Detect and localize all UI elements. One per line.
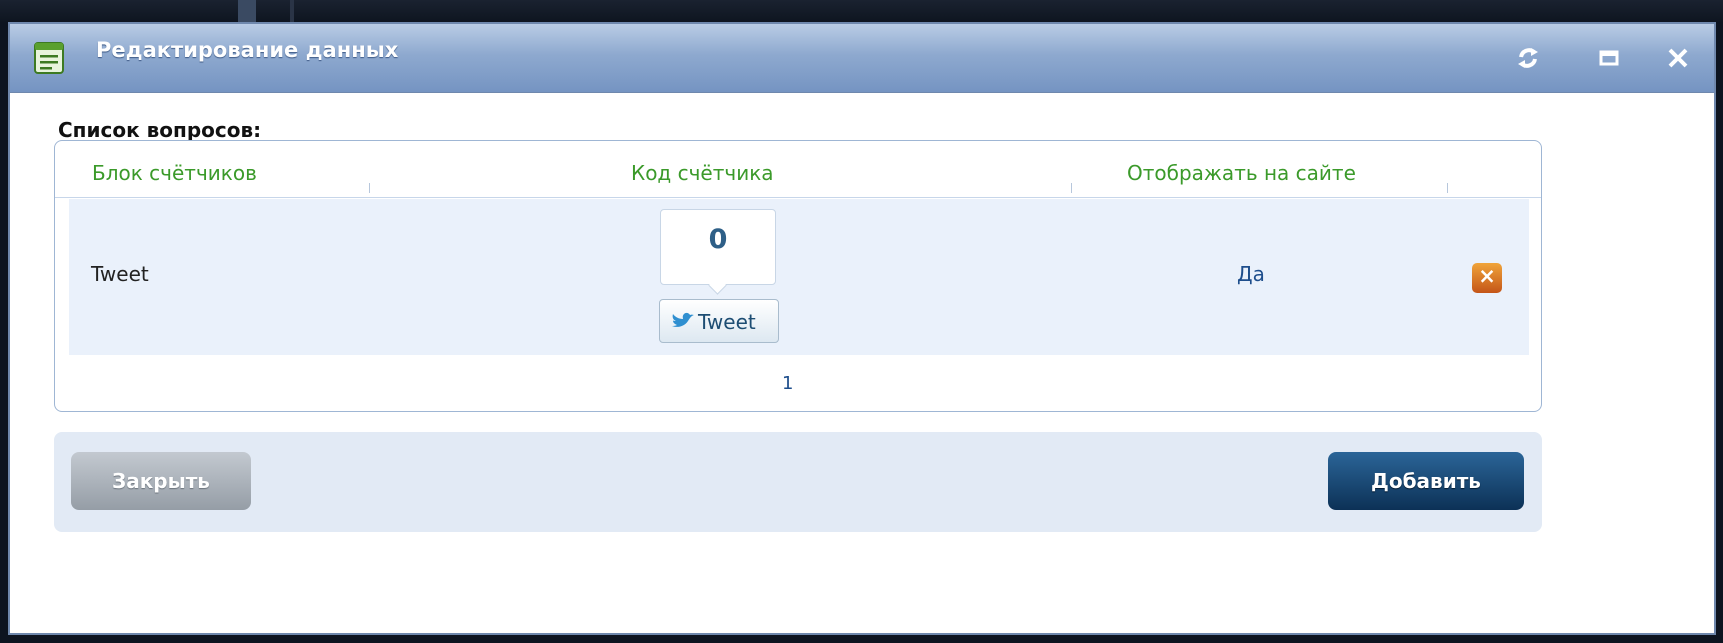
tweet-button[interactable]: Tweet [659, 299, 779, 343]
close-icon[interactable] [1664, 44, 1692, 72]
background-tab-divider [290, 0, 294, 22]
dialog-footer: Закрыть Добавить [54, 432, 1542, 532]
dialog-titlebar: Редактирование данных [10, 24, 1714, 93]
bubble-tail [708, 276, 727, 295]
counter-block-name: Tweet [91, 262, 149, 286]
form-window-icon [34, 42, 64, 74]
background-tab [238, 0, 256, 22]
column-separator[interactable] [1071, 183, 1072, 193]
table-row[interactable]: Tweet 0 Tweet Да × [69, 199, 1529, 355]
twitter-bird-icon [672, 312, 694, 327]
tweet-button-label: Tweet [698, 310, 756, 334]
edit-data-dialog: Редактирование данных Список вопросов: Б… [8, 22, 1716, 635]
questions-grid: Блок счётчиков Код счётчика Отображать н… [54, 140, 1542, 412]
delete-icon[interactable]: × [1472, 263, 1502, 293]
column-separator[interactable] [1447, 183, 1448, 193]
questions-list-label: Список вопросов: [58, 118, 262, 142]
pagination-page-1[interactable]: 1 [782, 373, 793, 394]
add-button[interactable]: Добавить [1328, 452, 1524, 510]
column-header-counter-block[interactable]: Блок счётчиков [92, 161, 257, 185]
close-button[interactable]: Закрыть [71, 452, 251, 510]
show-on-site-value[interactable]: Да [1237, 262, 1265, 286]
column-header-show-on-site[interactable]: Отображать на сайте [1127, 161, 1356, 185]
grid-header: Блок счётчиков Код счётчика Отображать н… [55, 141, 1541, 198]
dialog-title: Редактирование данных [96, 38, 399, 62]
tweet-count-bubble: 0 [660, 209, 776, 295]
tweet-count: 0 [708, 224, 728, 255]
maximize-icon[interactable] [1595, 44, 1623, 72]
background-window-strip [0, 0, 1723, 22]
column-header-counter-code[interactable]: Код счётчика [631, 161, 774, 185]
column-separator[interactable] [369, 183, 370, 193]
refresh-icon[interactable] [1514, 44, 1542, 72]
